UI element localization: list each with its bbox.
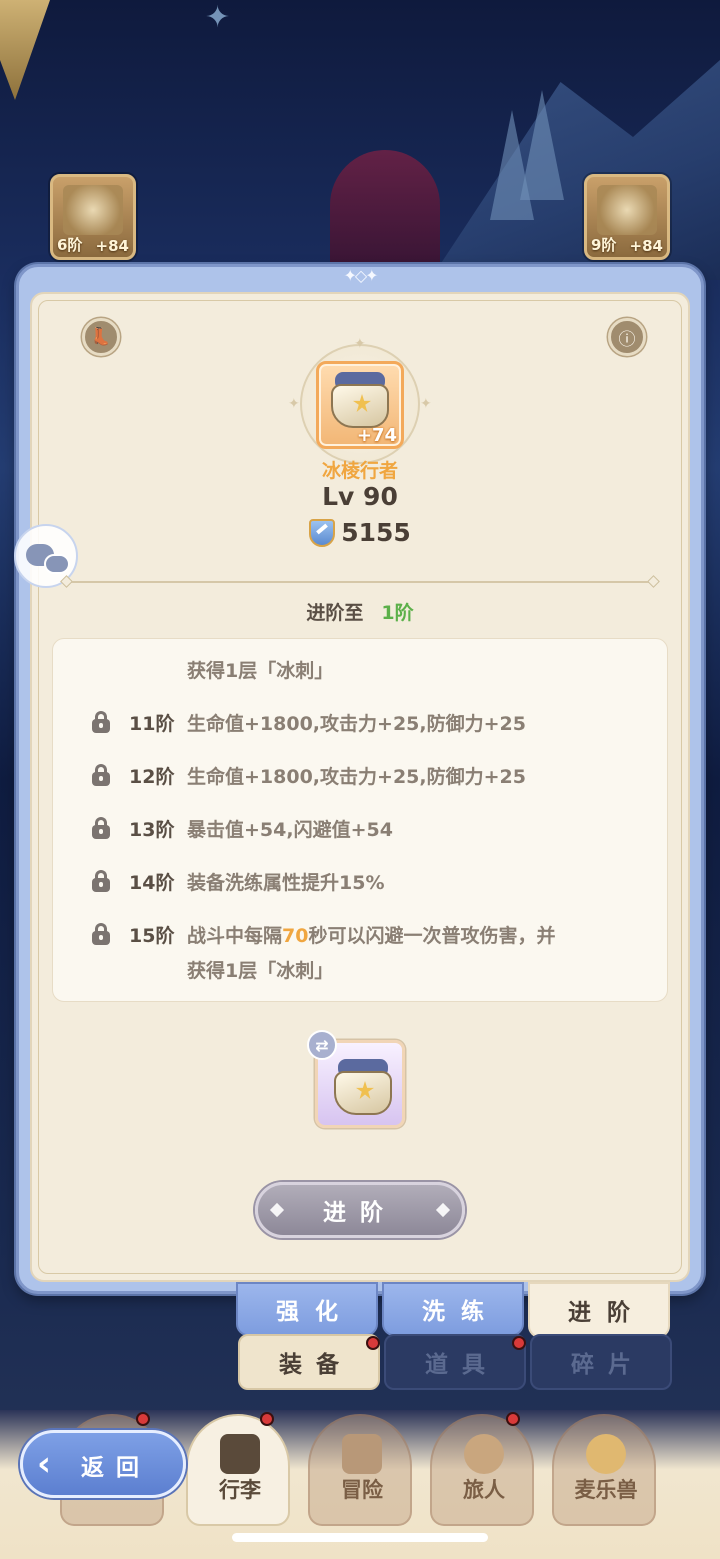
ring-star-icon: ✦: [354, 336, 366, 352]
notification-dot: [512, 1336, 526, 1350]
tier-description: 战斗中每隔70秒可以闪避一次普攻伤害，并: [187, 924, 556, 947]
item-name: 冰棱行者: [321, 460, 398, 482]
character-silhouette: [330, 150, 440, 270]
divider: [62, 581, 658, 583]
advance-target-label: 进阶至: [306, 602, 364, 624]
advance-button[interactable]: 进阶: [255, 1182, 465, 1238]
tier-description: 装备洗练属性提升15%: [187, 871, 385, 894]
interval-seconds: 70: [282, 924, 309, 947]
lock-icon: [91, 817, 111, 839]
list-item: 14阶 装备洗练属性提升15%: [53, 861, 669, 901]
boots-icon: 👢: [90, 327, 112, 347]
lock-icon: [91, 764, 111, 786]
list-item: 获得1层「冰刺」: [53, 649, 669, 689]
nav-item-adventure[interactable]: 冒险: [308, 1414, 412, 1526]
back-label: 返回: [81, 1455, 151, 1481]
helmet-slot[interactable]: 9阶 +84: [584, 174, 670, 260]
list-item: 获得1层「冰刺」: [53, 949, 669, 989]
background-mountain: [430, 60, 720, 280]
tier-description-continued: 获得1层「冰刺」: [187, 959, 334, 982]
item-icon-box[interactable]: +74: [316, 361, 404, 449]
list-item: 15阶 战斗中每隔70秒可以闪避一次普攻伤害，并: [53, 914, 669, 954]
slot-tier: 6阶: [57, 236, 83, 254]
combat-power-value: 5155: [341, 518, 411, 547]
nav-label: 麦乐兽: [574, 1478, 638, 1502]
lock-icon: [91, 711, 111, 733]
lock-icon: [91, 923, 111, 945]
ring-star-icon: ✦: [420, 396, 432, 412]
list-item: 12阶 生命值+1800,攻击力+25,防御力+25: [53, 755, 669, 795]
slot-bonus: +84: [629, 237, 663, 255]
button-ornament: [269, 1202, 285, 1218]
notification-dot: [366, 1336, 380, 1350]
button-ornament: [435, 1202, 451, 1218]
list-item: 11阶 生命值+1800,攻击力+25,防御力+25: [53, 702, 669, 742]
combat-power-icon: [309, 518, 336, 547]
home-indicator[interactable]: [232, 1533, 488, 1542]
sparkle-icon: ✦: [205, 0, 231, 35]
weapon-slot[interactable]: 6阶 +84: [50, 174, 136, 260]
item-level: Lv 90: [322, 482, 398, 511]
advance-button-label: 进阶: [323, 1200, 397, 1226]
nav-label: 冒险: [341, 1478, 383, 1502]
tier-label: 15阶: [129, 924, 175, 947]
nav-label: 旅人: [463, 1478, 505, 1502]
tab-fragments[interactable]: 碎片: [530, 1334, 672, 1390]
background-decoration: [0, 0, 50, 100]
nav-item-luggage[interactable]: 行李: [186, 1414, 290, 1526]
tier-description: 获得1层「冰刺」: [187, 659, 334, 682]
panel-ornament: ✦◇✦: [343, 266, 378, 285]
notification-dot: [260, 1412, 274, 1426]
power-row: 5155: [0, 518, 720, 547]
traveler-icon: [464, 1434, 504, 1474]
advance-target-tier: 1阶: [381, 602, 414, 624]
tier-label: 12阶: [129, 765, 175, 788]
ring-star-icon: ✦: [288, 396, 300, 412]
tab-items[interactable]: 道具: [384, 1334, 526, 1390]
info-button[interactable]: ⓘ: [608, 318, 646, 356]
fox-icon: [586, 1434, 626, 1474]
slot-tier: 9阶: [591, 236, 617, 254]
tab-enhance[interactable]: 强化: [236, 1282, 378, 1336]
tab-equipment[interactable]: 装备: [238, 1334, 380, 1390]
advance-target: 进阶至 1阶: [0, 598, 720, 625]
tier-label: 11阶: [129, 712, 175, 735]
tab-refine[interactable]: 洗练: [382, 1282, 524, 1336]
chest-icon: [220, 1434, 260, 1474]
tier-label: 14阶: [129, 871, 175, 894]
equipment-type-button[interactable]: 👢: [82, 318, 120, 356]
crossed-swords-icon: [342, 1434, 382, 1474]
axe-icon: [63, 185, 123, 235]
nav-item-pets[interactable]: 麦乐兽: [552, 1414, 656, 1526]
info-icon: ⓘ: [618, 329, 636, 350]
nav-item-travelers[interactable]: 旅人: [430, 1414, 534, 1526]
list-item: 13阶 暴击值+54,闪避值+54: [53, 808, 669, 848]
tier-description: 生命值+1800,攻击力+25,防御力+25: [187, 712, 526, 735]
tab-advance[interactable]: 进阶: [528, 1282, 670, 1338]
slot-bonus: +84: [95, 237, 129, 255]
nav-label: 行李: [219, 1478, 261, 1502]
tier-bonus-list: 获得1层「冰刺」 11阶 生命值+1800,攻击力+25,防御力+25 12阶 …: [52, 638, 668, 1002]
back-arrow-icon: ‹: [37, 1444, 52, 1484]
tier-description: 暴击值+54,闪避值+54: [187, 818, 393, 841]
notification-dot: [506, 1412, 520, 1426]
back-button[interactable]: ‹ 返回: [20, 1430, 186, 1498]
tier-description: 生命值+1800,攻击力+25,防御力+25: [187, 765, 526, 788]
lock-icon: [91, 870, 111, 892]
notification-dot: [136, 1412, 150, 1426]
item-enhance-level: +74: [356, 425, 397, 446]
background-tree: [520, 90, 564, 200]
swap-icon[interactable]: ⇄: [307, 1030, 337, 1060]
tier-label: 13阶: [129, 818, 175, 841]
helmet-icon: [597, 185, 657, 235]
